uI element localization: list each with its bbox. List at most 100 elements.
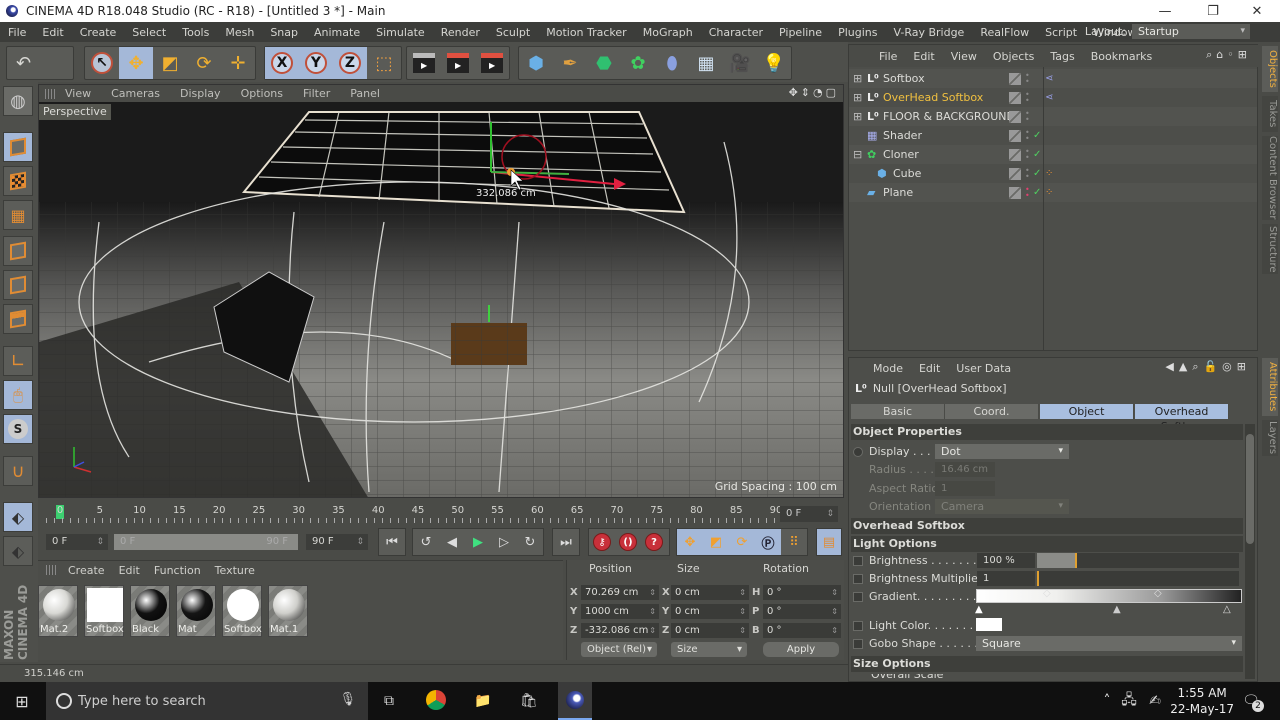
layer-toggle[interactable]	[1009, 91, 1021, 104]
material-swatch[interactable]: Softbox	[222, 585, 262, 637]
camera-button[interactable]: 🎥	[723, 47, 757, 79]
layer-toggle[interactable]	[1009, 129, 1021, 142]
menu-vray-bridge[interactable]: V-Ray Bridge	[885, 26, 972, 39]
network-icon[interactable]: 🖧	[1118, 690, 1140, 712]
autokey-button[interactable]: ()	[615, 529, 641, 555]
key-pla-button[interactable]: ⠿	[781, 529, 807, 555]
enabled-check-icon[interactable]: ✓	[1033, 168, 1041, 179]
brightness-multiplier-slider[interactable]	[1037, 571, 1239, 586]
coord-system-button[interactable]: ⬚	[367, 47, 401, 79]
brightness-multiplier-anim-icon[interactable]	[853, 574, 863, 584]
min-frame-field[interactable]: 0 F	[46, 534, 108, 550]
gradient-knot-handle[interactable]: ◇	[1043, 588, 1051, 599]
live-selection-button[interactable]: ↖	[85, 47, 119, 79]
gradient-stop-marker[interactable]: △	[1223, 604, 1231, 615]
layer-toggle[interactable]	[1009, 167, 1021, 180]
viewport-menu-cameras[interactable]: Cameras	[111, 87, 160, 100]
goto-end-button[interactable]: ⏭	[553, 529, 579, 555]
objects-menu-bookmarks[interactable]: Bookmarks	[1091, 50, 1152, 63]
viewport-scene[interactable]	[39, 102, 844, 498]
menu-character[interactable]: Character	[701, 26, 771, 39]
record-keys-button[interactable]: ⚷	[589, 529, 615, 555]
menu-edit[interactable]: Edit	[34, 26, 71, 39]
viewport-perspective[interactable]: View Cameras Display Options Filter Pane…	[38, 84, 844, 498]
menu-animate[interactable]: Animate	[306, 26, 368, 39]
object-row[interactable]: ⊟ ✿ Cloner • • ✓	[849, 145, 1257, 164]
current-frame-field[interactable]: 0 F	[780, 506, 838, 522]
keyframe-selection-button[interactable]: ?	[641, 529, 667, 555]
rotation-h-field[interactable]: 0 °	[763, 585, 841, 600]
orientation-dropdown[interactable]: Camera	[935, 499, 1069, 514]
display-anim-radio[interactable]	[853, 447, 863, 457]
task-view-icon[interactable]: ⧉	[378, 690, 400, 712]
menu-simulate[interactable]: Simulate	[368, 26, 433, 39]
enabled-check-icon[interactable]: ✓	[1033, 149, 1041, 160]
tab-coord[interactable]: Coord.	[945, 404, 1039, 419]
enabled-check-icon[interactable]: ✓	[1033, 187, 1041, 198]
layout-dropdown[interactable]: Startup	[1132, 24, 1250, 39]
windows-start-icon[interactable]: ⊞	[11, 690, 33, 712]
layer-toggle[interactable]	[1009, 72, 1021, 85]
material-menu-texture[interactable]: Texture	[215, 564, 255, 577]
model-mode-button[interactable]	[3, 132, 33, 162]
visibility-dots[interactable]: • •	[1025, 128, 1030, 142]
taskbar-search-box[interactable]: Type here to search 🎙	[46, 682, 368, 720]
size-x-field[interactable]: 0 cm	[671, 585, 749, 600]
solo-button[interactable]: S	[3, 414, 33, 444]
timeline-button[interactable]: ▤	[817, 529, 841, 555]
visibility-dots[interactable]: • •	[1025, 147, 1030, 161]
x-axis-button[interactable]: X	[265, 47, 299, 79]
attributes-menu-mode[interactable]: Mode	[873, 362, 903, 375]
chrome-icon[interactable]	[426, 690, 446, 710]
taskbar-clock[interactable]: 1:55 AM 22-May-17	[1170, 685, 1234, 717]
position-y-field[interactable]: 1000 cm	[581, 604, 659, 619]
expand-icon[interactable]: ⊞	[853, 110, 862, 123]
attribute-scrollbar[interactable]	[1245, 424, 1255, 679]
material-tag-icon[interactable]: ⁘	[1045, 168, 1053, 179]
tab-object[interactable]: Object	[1040, 404, 1134, 419]
key-position-button[interactable]: ✥	[677, 529, 703, 555]
objects-menu-edit[interactable]: Edit	[913, 50, 934, 63]
objects-menu-file[interactable]: File	[879, 50, 897, 63]
light-button[interactable]: 💡	[757, 47, 791, 79]
tab-layers[interactable]: Layers	[1262, 420, 1278, 456]
position-z-field[interactable]: -332.086 cm	[581, 623, 659, 638]
tab-objects[interactable]: Objects	[1262, 46, 1278, 92]
menu-tools[interactable]: Tools	[174, 26, 217, 39]
cube-button[interactable]: ⬢	[519, 47, 553, 79]
tray-chevron-icon[interactable]: ˄	[1096, 690, 1118, 712]
brightness-anim-icon[interactable]	[853, 556, 863, 566]
timeline-ruler[interactable]: 0 5 10 15 20 25 30 35 40 45 50 55 60 65 70 75 80 85 90	[46, 500, 782, 524]
viewport-menu-view[interactable]: View	[65, 87, 91, 100]
gobo-shape-dropdown[interactable]: Square	[976, 636, 1242, 651]
viewport-menu-options[interactable]: Options	[241, 87, 283, 100]
maximize-button[interactable]: ❐	[1190, 0, 1236, 22]
rotation-b-field[interactable]: 0 °	[763, 623, 841, 638]
redo-button[interactable]	[40, 47, 73, 79]
menu-script[interactable]: Script	[1037, 26, 1085, 39]
attributes-menu-user-data[interactable]: User Data	[956, 362, 1011, 375]
timeline[interactable]: 0 5 10 15 20 25 30 35 40 45 50 55 60 65 70 75 80 85 90 0 F	[38, 500, 844, 524]
attributes-menu-edit[interactable]: Edit	[919, 362, 940, 375]
frame-range-slider[interactable]: 0 F 90 F	[114, 534, 298, 550]
key-rotation-button[interactable]: ⟳	[729, 529, 755, 555]
key-scale-button[interactable]: ◩	[703, 529, 729, 555]
tab-structure[interactable]: Structure	[1262, 224, 1278, 274]
menu-select[interactable]: Select	[124, 26, 174, 39]
layer-toggle[interactable]	[1009, 186, 1021, 199]
material-swatch[interactable]: Softbox	[84, 585, 124, 637]
gradient-stop-marker[interactable]: ▲	[975, 604, 983, 615]
layer-toggle[interactable]	[1009, 110, 1021, 123]
cinema4d-taskbar-button[interactable]	[558, 682, 592, 720]
brightness-slider[interactable]	[1037, 553, 1239, 568]
pen-button[interactable]: ✒	[553, 47, 587, 79]
column-divider[interactable]	[1043, 67, 1044, 351]
objects-menu-objects[interactable]: Objects	[993, 50, 1035, 63]
render-view-button[interactable]	[407, 47, 441, 79]
render-picture-viewer-button[interactable]	[441, 47, 475, 79]
menu-pipeline[interactable]: Pipeline	[771, 26, 830, 39]
collapse-icon[interactable]: ⊟	[853, 148, 862, 161]
panel-grip-icon[interactable]	[45, 88, 55, 99]
xpresso-tag-icon[interactable]: ⋖	[1045, 73, 1053, 84]
tab-overhead-softbox[interactable]: Overhead Softbox	[1135, 404, 1229, 433]
